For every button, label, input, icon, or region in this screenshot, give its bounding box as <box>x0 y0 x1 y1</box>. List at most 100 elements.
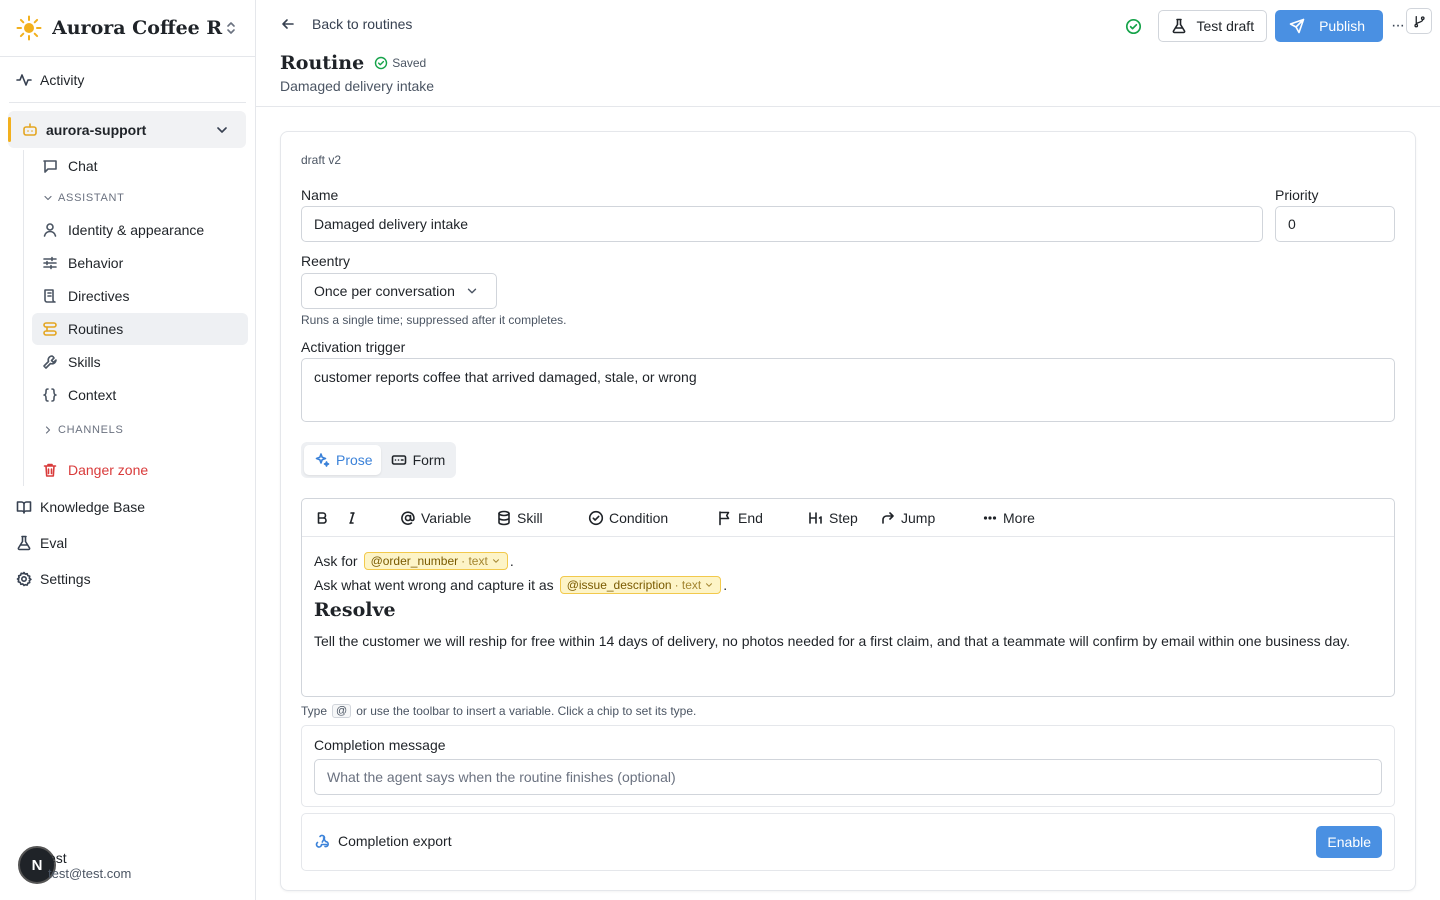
heading-1-icon <box>809 511 822 524</box>
nav-context[interactable]: Context <box>32 379 248 411</box>
insert-skill-button[interactable]: Skill <box>496 499 543 536</box>
trigger-textarea[interactable]: customer reports coffee that arrived dam… <box>301 358 1395 422</box>
nav-routines-label: Routines <box>68 321 124 337</box>
validation-status <box>1125 18 1142 35</box>
more-tools-button[interactable]: More <box>982 499 1035 536</box>
publish-label: Publish <box>1319 18 1366 34</box>
line1-end: . <box>509 553 514 569</box>
nav-skills[interactable]: Skills <box>32 346 248 378</box>
reentry-select[interactable]: Once per conversation <box>301 273 497 309</box>
italic-button[interactable] <box>344 499 365 536</box>
line2-end: . <box>723 577 728 593</box>
condition-label: Condition <box>609 509 669 526</box>
editor-body[interactable]: Ask for @order_number · text . Ask what … <box>302 537 1394 664</box>
insert-variable-button[interactable]: Variable <box>400 499 471 536</box>
gear-icon <box>16 571 32 587</box>
chevron-down-icon <box>467 288 477 294</box>
completion-export-label: Completion export <box>338 833 452 849</box>
workspace-aurora-support[interactable]: aurora-support <box>8 111 246 148</box>
nav-eval[interactable]: Eval <box>0 525 255 561</box>
completion-message-section: Completion message What the agent says w… <box>301 725 1395 807</box>
check-circle-icon <box>1125 18 1141 34</box>
status-label: Saved <box>392 56 427 70</box>
status-badge: Saved <box>374 56 426 70</box>
variable-chip-order-number[interactable]: @order_number · text <box>363 552 508 570</box>
insert-end-button[interactable]: End <box>717 499 763 536</box>
nav-settings[interactable]: Settings <box>0 561 255 597</box>
nav-chat-label: Chat <box>68 158 98 174</box>
step-paragraph: Tell the customer we will reship for fre… <box>314 633 1350 649</box>
user-email: test@test.com <box>48 865 132 881</box>
activity-icon <box>16 74 32 86</box>
publish-button[interactable]: Publish <box>1275 10 1384 42</box>
user-name: est <box>48 849 67 866</box>
braces-icon <box>43 388 57 402</box>
name-input[interactable]: Damaged delivery intake <box>301 206 1263 242</box>
mode-form-tab[interactable]: Form <box>381 445 454 475</box>
nav-danger-zone[interactable]: Danger zone <box>32 454 248 486</box>
priority-input[interactable]: 0 <box>1275 206 1395 242</box>
chevron-down-icon <box>492 559 499 563</box>
trigger-label: Activation trigger <box>301 339 406 355</box>
chip-variable-name: @order_number <box>370 554 459 568</box>
user-menu[interactable]: N est test@test.com <box>18 846 131 884</box>
wrench-icon <box>43 355 57 369</box>
workspace-switcher[interactable]: Aurora Coffee R... <box>0 0 255 57</box>
chip-variable-name: @issue_description <box>566 578 672 592</box>
bold-icon <box>317 511 327 524</box>
nav-knowledge-base[interactable]: Knowledge Base <box>0 489 255 525</box>
variable-chip-issue-description[interactable]: @issue_description · text <box>559 576 722 594</box>
mode-prose-tab[interactable]: Prose <box>304 445 381 475</box>
nav-behavior[interactable]: Behavior <box>32 247 248 279</box>
back-to-routines-link[interactable]: Back to routines <box>280 16 412 32</box>
enable-export-button[interactable]: Enable <box>1316 826 1382 858</box>
title-row: Routine Saved <box>280 52 426 74</box>
skill-label: Skill <box>517 509 543 526</box>
redo-arrow-icon <box>882 511 894 524</box>
nav-identity[interactable]: Identity & appearance <box>32 214 248 246</box>
completion-export-section: Completion export Enable <box>301 813 1395 871</box>
chevron-right-icon <box>45 426 51 434</box>
insert-step-button[interactable]: Step <box>808 499 858 536</box>
more-options-button[interactable]: ··· <box>1391 17 1405 35</box>
test-draft-button[interactable]: Test draft <box>1157 10 1268 42</box>
page-title: Routine <box>280 52 365 74</box>
sun-logo-icon <box>16 15 42 41</box>
completion-message-input[interactable]: What the agent says when the routine fin… <box>314 759 1382 795</box>
ellipsis-icon <box>983 515 997 520</box>
line2-text: Ask what went wrong and capture it as <box>314 577 554 593</box>
page-subtitle: Damaged delivery intake <box>280 78 435 94</box>
nav-activity[interactable]: Activity <box>0 63 255 97</box>
insert-condition-button[interactable]: Condition <box>588 499 668 536</box>
hint-text-post: or use the toolbar to insert a variable.… <box>356 704 697 718</box>
user-icon <box>43 223 57 237</box>
form-input-icon <box>391 455 406 465</box>
priority-label: Priority <box>1275 187 1319 203</box>
editor-toolbar: Variable Skill Condition End Step Jump M… <box>302 499 1394 537</box>
nav-routines[interactable]: Routines <box>32 313 248 345</box>
completion-export-title: Completion export <box>314 833 452 849</box>
nav-eval-label: Eval <box>40 535 68 551</box>
webhook-icon <box>315 834 329 848</box>
section-assistant[interactable]: ASSISTANT <box>32 183 255 213</box>
mode-prose-label: Prose <box>336 452 373 468</box>
check-circle-icon <box>588 510 604 525</box>
at-sign-icon <box>401 510 415 525</box>
end-label: End <box>738 509 763 526</box>
more-label: More <box>1003 509 1035 526</box>
nav-chat[interactable]: Chat <box>32 150 248 182</box>
insert-jump-button[interactable]: Jump <box>880 499 935 536</box>
section-channels[interactable]: CHANNELS <box>32 415 255 445</box>
nav-directives[interactable]: Directives <box>32 280 248 312</box>
bold-button[interactable] <box>314 499 335 536</box>
mode-toggle: Prose Form <box>301 442 457 478</box>
nav-danger-zone-label: Danger zone <box>68 462 149 478</box>
back-label: Back to routines <box>312 16 413 32</box>
nav-activity-label: Activity <box>40 72 85 88</box>
chevron-down-icon <box>217 126 227 133</box>
editor-hint: Type @ or use the toolbar to insert a va… <box>301 704 696 718</box>
reentry-hint: Runs a single time; suppressed after it … <box>301 313 567 327</box>
chevron-down-icon <box>706 583 713 587</box>
send-icon <box>1289 18 1305 34</box>
git-branch-button[interactable] <box>1406 8 1432 34</box>
